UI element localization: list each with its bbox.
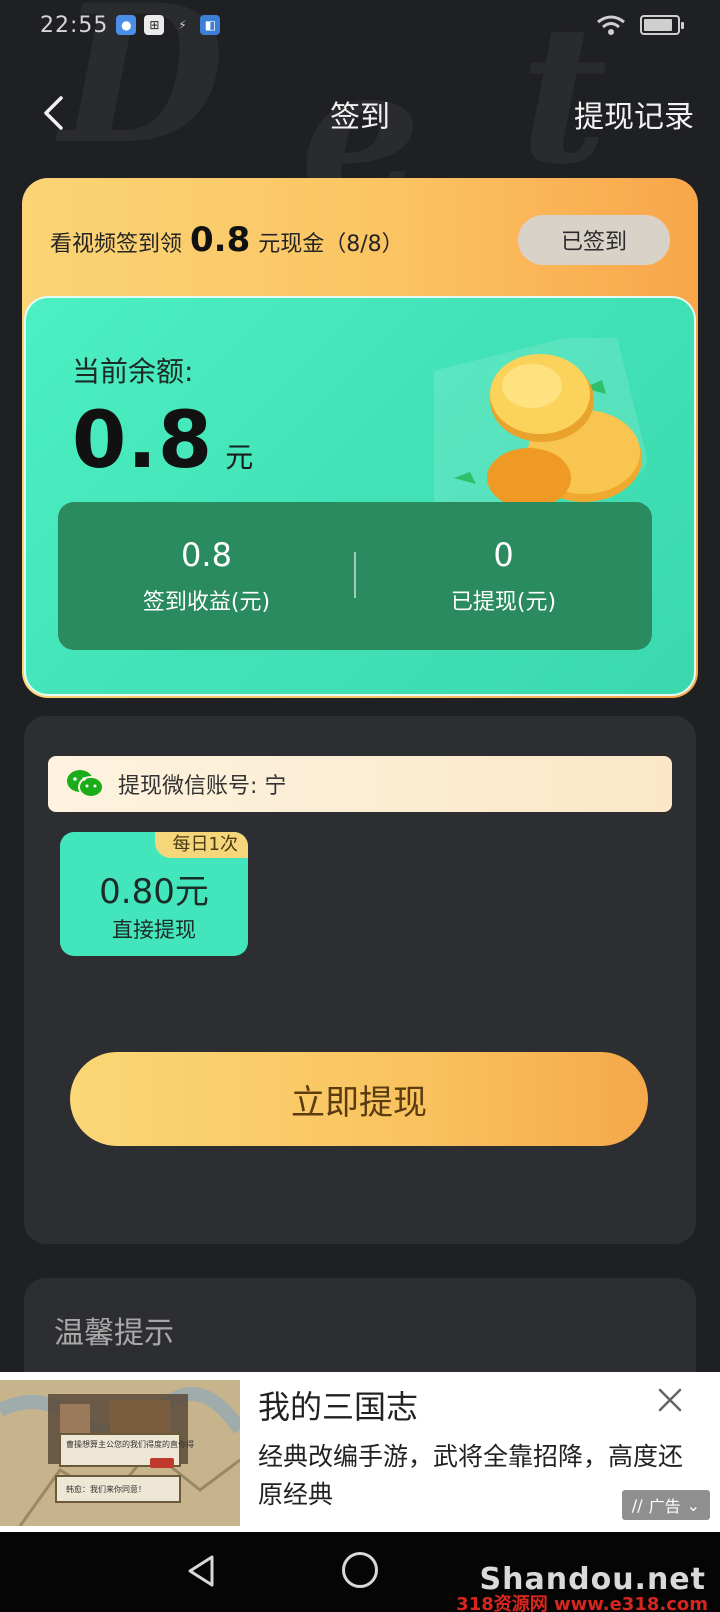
tips-title: 温馨提示 <box>54 1316 174 1351</box>
stat-label: 签到收益(元) <box>142 590 271 615</box>
option-label: 直接提现 <box>112 918 196 942</box>
ad-tag-logo-icon: // <box>631 1495 643 1515</box>
signin-suffix: 元现金（8/8） <box>258 232 404 257</box>
signin-reward-text: 看视频签到领 0.8 元现金（8/8） <box>50 220 404 260</box>
withdraw-option-card[interactable]: 每日1次 0.80元 直接提现 <box>60 832 248 956</box>
status-bar: 22:55 ● ⊞ ⚡ ◧ <box>0 0 720 50</box>
balance-panel: 当前余额: 0.8 元 0.8 签到收益(元) 0 已提现(元) <box>24 296 696 696</box>
system-back-icon[interactable] <box>186 1554 216 1588</box>
ad-banner[interactable]: 曹操想算主公您的我们得度的直你得 韩愈：我们来你同意！ 我的三国志 经典改编手游… <box>0 1372 720 1532</box>
wechat-icon <box>67 770 104 798</box>
wechat-account-bar: 提现微信账号: 宁 <box>48 756 672 812</box>
chevron-down-icon: ⌄ <box>686 1495 700 1515</box>
app-notification-icon: ◧ <box>200 15 221 35</box>
balance-label: 当前余额: <box>72 355 194 388</box>
signin-prefix: 看视频签到领 <box>50 232 183 257</box>
stat-value: 0.8 <box>181 536 232 574</box>
wifi-icon <box>597 15 625 35</box>
signed-in-button[interactable]: 已签到 <box>518 215 670 265</box>
usb-icon: ⚡ <box>178 18 187 32</box>
status-time: 22:55 <box>40 12 109 38</box>
coins-icon <box>434 338 647 508</box>
balance-value: 0.8 元 <box>72 396 253 486</box>
watermark-site: 318资源网 www.e318.com <box>456 1594 708 1612</box>
battery-icon <box>640 15 684 35</box>
nav-bar: 签到 提现记录 <box>0 80 720 146</box>
withdrawn-stat: 0 已提现(元) <box>355 536 652 616</box>
ad-tag[interactable]: // 广告 ⌄ <box>621 1490 710 1520</box>
balance-unit: 元 <box>225 441 254 474</box>
withdraw-now-button[interactable]: 立即提现 <box>70 1052 648 1146</box>
stat-label: 已提现(元) <box>450 590 557 615</box>
withdraw-record-link[interactable]: 提现记录 <box>574 92 694 136</box>
balance-amount: 0.8 <box>72 396 214 486</box>
signin-earnings-stat: 0.8 签到收益(元) <box>58 536 355 616</box>
ad-game-image[interactable]: 曹操想算主公您的我们得度的直你得 韩愈：我们来你同意！ <box>0 1380 240 1526</box>
option-amount: 0.80元 <box>99 872 209 912</box>
svg-text:韩愈：我们来你同意！: 韩愈：我们来你同意！ <box>66 1484 146 1494</box>
ad-tag-label: 广告 <box>648 1497 681 1516</box>
ad-title[interactable]: 我的三国志 <box>258 1382 418 1428</box>
status-notification-icons: ● ⊞ ⚡ ◧ <box>116 15 221 35</box>
close-icon[interactable] <box>650 1380 690 1420</box>
earnings-stats: 0.8 签到收益(元) 0 已提现(元) <box>58 502 652 650</box>
signin-card: 看视频签到领 0.8 元现金（8/8） 已签到 当前余额: 0.8 元 0.8 … <box>22 178 698 698</box>
app-notification-icon: ⊞ <box>144 15 165 35</box>
system-home-icon[interactable] <box>342 1552 378 1588</box>
stat-value: 0 <box>493 536 514 574</box>
signin-amount: 0.8 <box>190 220 251 260</box>
wechat-account-text: 提现微信账号: 宁 <box>118 774 287 799</box>
svg-text:曹操想算主公您的我们得度的直你得: 曹操想算主公您的我们得度的直你得 <box>66 1439 194 1449</box>
withdraw-panel: 提现微信账号: 宁 每日1次 0.80元 直接提现 立即提现 <box>24 716 696 1244</box>
app-notification-icon: ● <box>116 15 137 35</box>
daily-limit-badge: 每日1次 <box>154 832 248 858</box>
